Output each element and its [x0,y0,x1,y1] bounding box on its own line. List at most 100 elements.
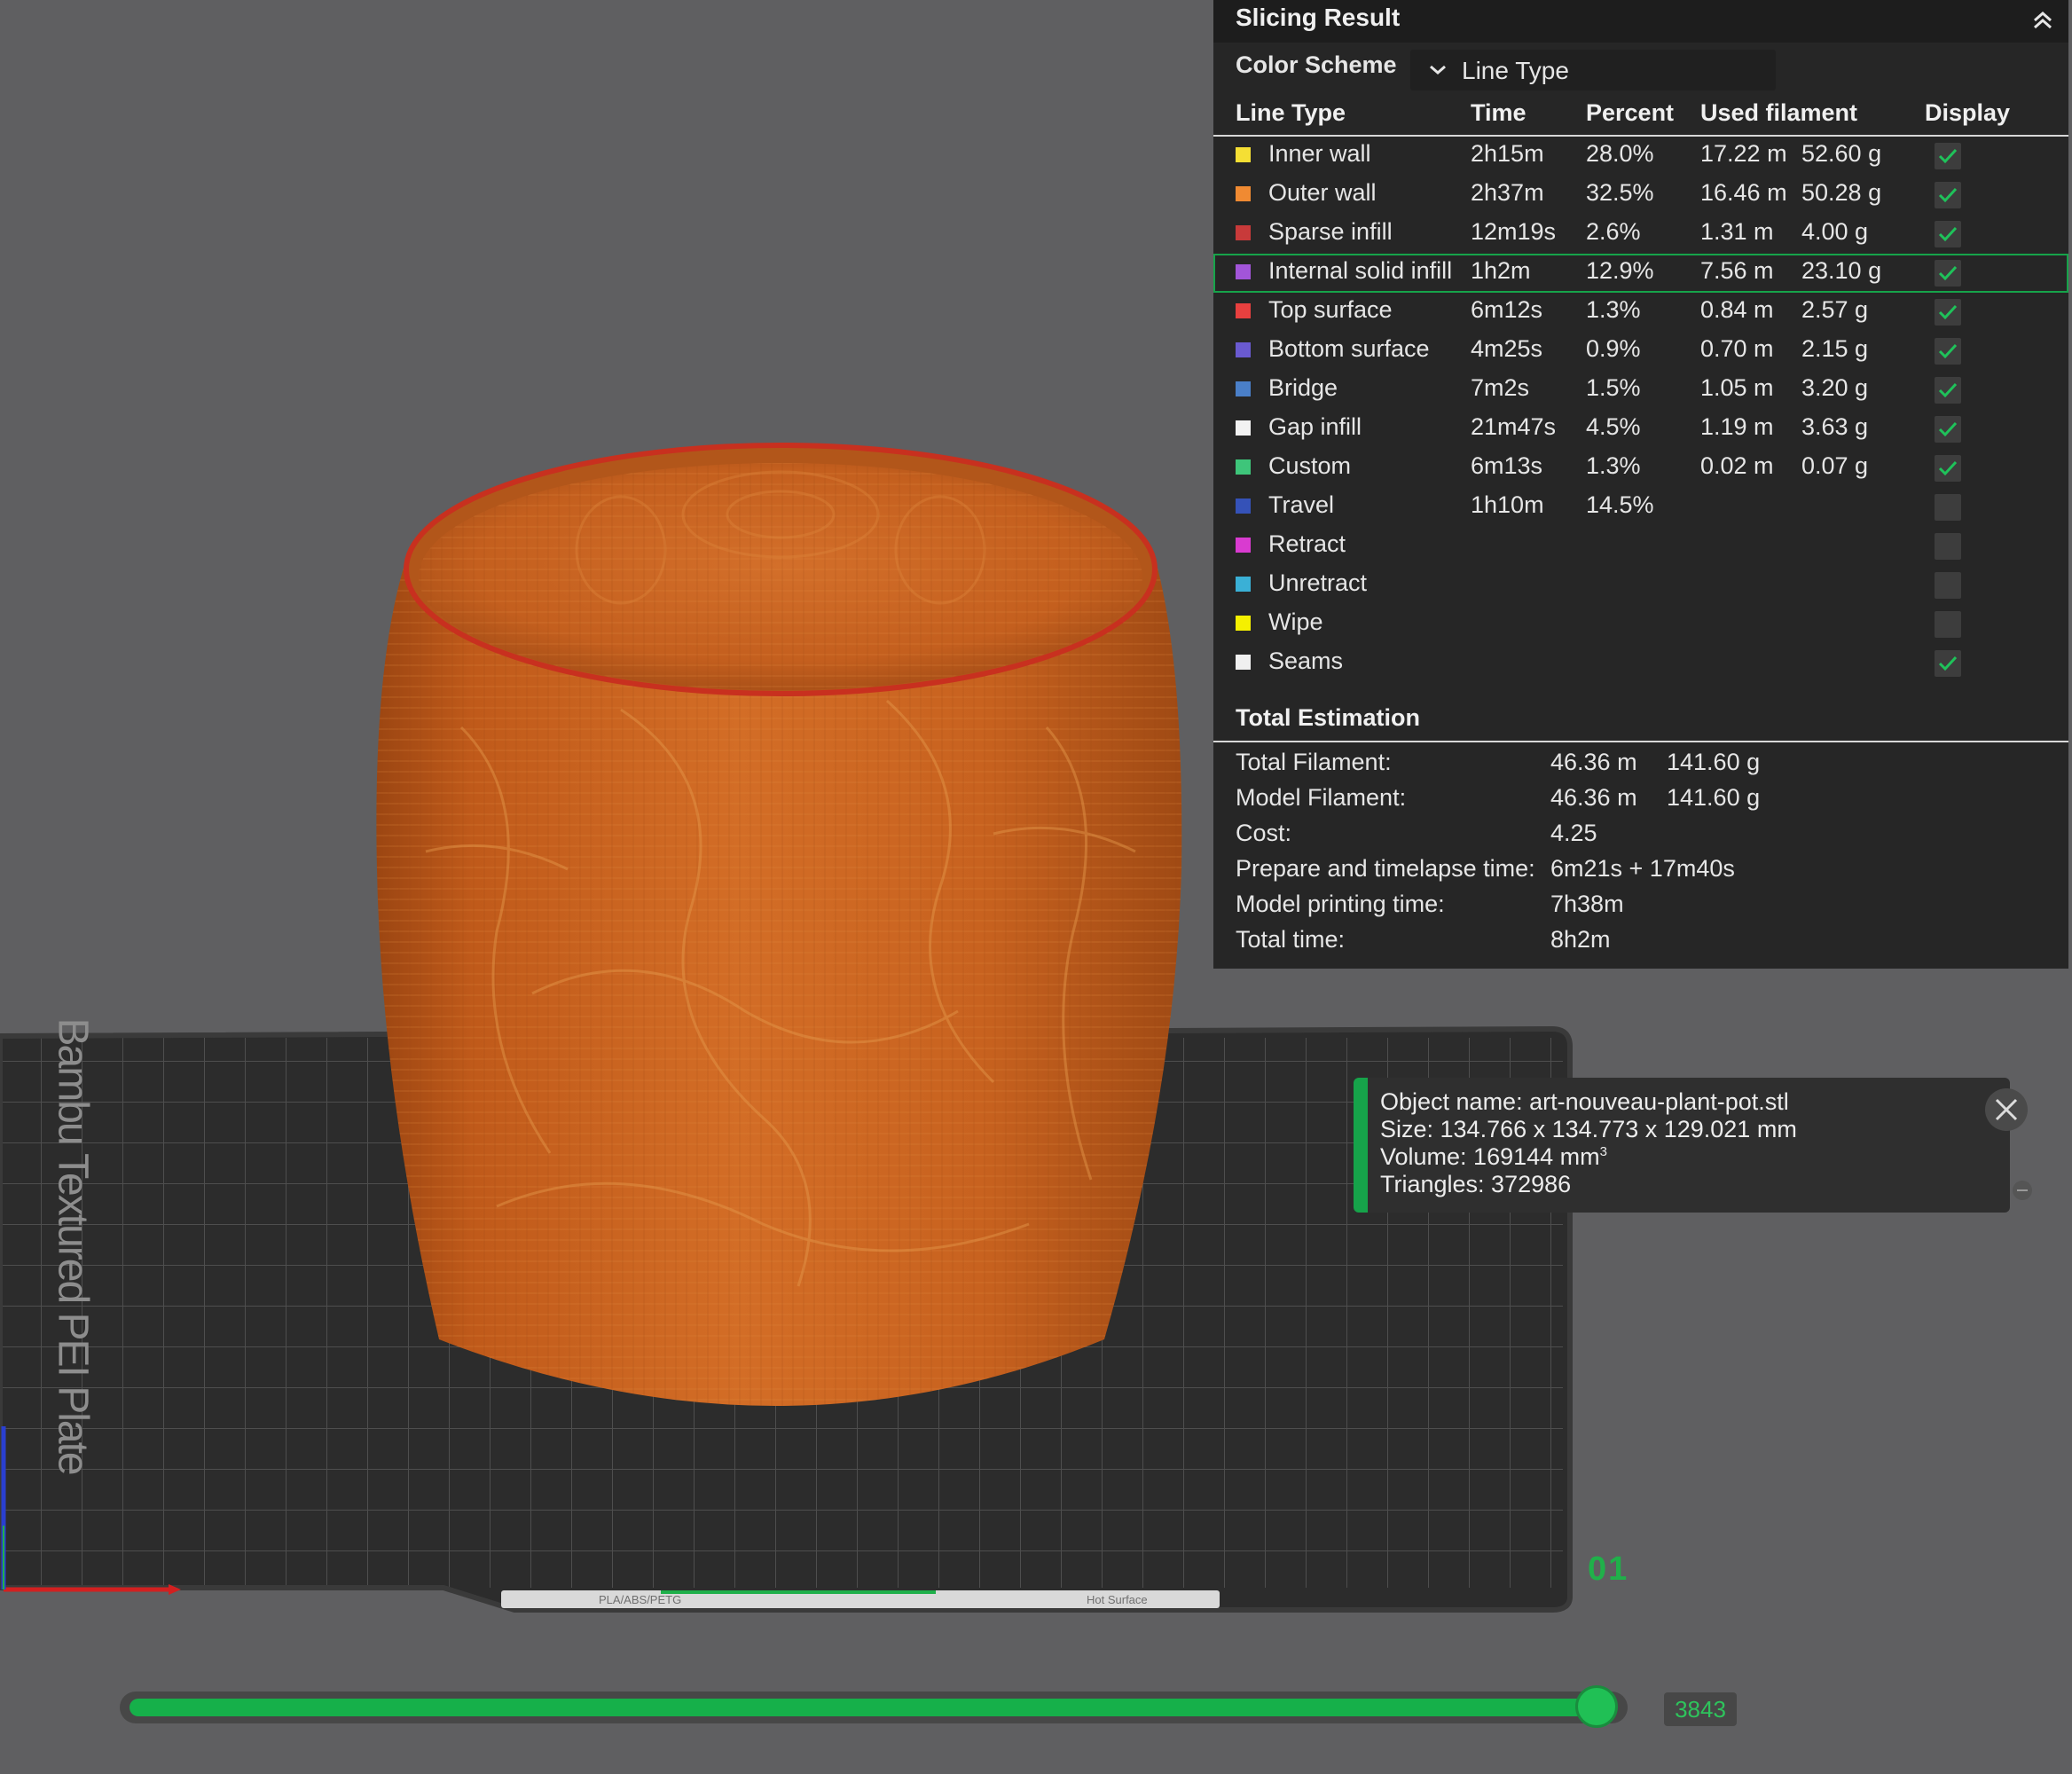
object-size: Size: 134.766 x 134.773 x 129.021 mm [1380,1116,1797,1142]
line-type-name: Inner wall [1268,140,1371,167]
line-type-weight: 0.07 g [1801,452,1869,479]
line-type-weight: 2.15 g [1801,335,1869,362]
total-estimation-divider [1213,741,2068,742]
estimation-value: 46.36 m [1550,749,1637,775]
display-checkbox[interactable] [1935,611,1961,638]
checkmark-icon [1938,265,1958,281]
layer-slider-value[interactable]: 3843 [1664,1692,1737,1726]
display-checkbox[interactable] [1935,338,1961,365]
line-type-row[interactable]: Internal solid infill 1h2m 12.9% 7.56 m 23.1… [1213,254,2068,293]
col-time: Time [1471,99,1527,126]
estimation-value: 6m21s + 17m40s [1550,855,1735,882]
display-checkbox[interactable] [1935,533,1961,560]
minimize-icon[interactable] [2013,1181,2032,1200]
estimation-value: 46.36 m [1550,784,1637,811]
color-scheme-value: Line Type [1462,57,1569,84]
line-type-weight: 4.00 g [1801,218,1869,245]
color-swatch [1236,303,1251,318]
display-checkbox[interactable] [1935,572,1961,599]
color-swatch [1236,186,1251,201]
color-swatch [1236,225,1251,240]
object-info-accent-bar [1354,1078,1368,1213]
line-type-percent: 12.9% [1586,257,1654,284]
line-type-row[interactable]: Seams [1213,644,2068,683]
plate-strip-warning: Hot Surface [1087,1593,1148,1606]
estimation-label: Model Filament: [1236,784,1407,811]
plate-name-label: Bambu Textured PEI Plate [49,1017,97,1474]
chevron-down-icon [1430,65,1446,75]
line-type-name: Seams [1268,648,1344,674]
estimation-value: 4.25 [1550,820,1597,846]
line-type-row[interactable]: Inner wall 2h15m 28.0% 17.22 m 52.60 g [1213,137,2068,176]
display-checkbox[interactable] [1935,377,1961,404]
line-type-table-header: Line Type Time Percent Used filament Dis… [1213,96,2068,137]
object-triangles: Triangles: 372986 [1380,1171,1572,1197]
estimation-value: 8h2m [1550,926,1611,953]
close-icon[interactable] [1985,1088,2028,1131]
total-estimation-row: Cost: 4.25 [1213,818,2068,853]
line-type-time: 4m25s [1471,335,1543,362]
line-type-row[interactable]: Retract [1213,527,2068,566]
line-type-percent: 2.6% [1586,218,1641,245]
line-type-row[interactable]: Custom 6m13s 1.3% 0.02 m 0.07 g [1213,449,2068,488]
estimation-value: 7h38m [1550,891,1624,917]
object-info-tooltip: Object name: art-nouveau-plant-pot.stl S… [1354,1078,2032,1213]
display-checkbox[interactable] [1935,650,1961,677]
color-scheme-dropdown[interactable]: Line Type [1410,50,1776,90]
color-scheme-label: Color Scheme [1236,51,1397,78]
panel-header: Slicing Result [1213,0,2068,43]
line-type-percent: 0.9% [1586,335,1641,362]
line-type-name: Outer wall [1268,179,1377,206]
display-checkbox[interactable] [1935,494,1961,521]
plate-number[interactable]: 01 [1588,1550,1629,1589]
color-swatch [1236,577,1251,592]
checkmark-icon [1938,148,1958,164]
line-type-row[interactable]: Outer wall 2h37m 32.5% 16.46 m 50.28 g [1213,176,2068,215]
line-type-weight: 2.57 g [1801,296,1869,323]
line-type-row[interactable]: Unretract [1213,566,2068,605]
display-checkbox[interactable] [1935,260,1961,287]
estimation-label: Model printing time: [1236,891,1445,917]
line-type-length: 16.46 m [1700,179,1787,206]
line-type-time: 1h2m [1471,257,1531,284]
line-type-time: 2h15m [1471,140,1544,167]
line-type-row[interactable]: Bottom surface 4m25s 0.9% 0.70 m 2.15 g [1213,332,2068,371]
line-type-row[interactable]: Top surface 6m12s 1.3% 0.84 m 2.57 g [1213,293,2068,332]
line-type-name: Gap infill [1268,413,1362,440]
color-swatch [1236,342,1251,357]
estimation-label: Total time: [1236,926,1346,953]
plant-pot-model[interactable] [376,443,1182,1406]
line-type-row[interactable]: Travel 1h10m 14.5% [1213,488,2068,527]
slicing-result-panel: Slicing Result Color Scheme Line Type Li… [1213,0,2068,969]
display-checkbox[interactable] [1935,182,1961,208]
line-type-time: 7m2s [1471,374,1530,401]
layer-slider-handle[interactable] [1575,1685,1618,1728]
col-line-type: Line Type [1236,99,1346,126]
color-swatch [1236,655,1251,670]
line-type-length: 0.84 m [1700,296,1774,323]
line-type-weight: 23.10 g [1801,257,1882,284]
display-checkbox[interactable] [1935,455,1961,482]
line-type-row[interactable]: Bridge 7m2s 1.5% 1.05 m 3.20 g [1213,371,2068,410]
layer-slider[interactable] [120,1685,1628,1728]
line-type-percent: 1.5% [1586,374,1641,401]
color-swatch [1236,264,1251,279]
line-type-row[interactable]: Gap infill 21m47s 4.5% 1.19 m 3.63 g [1213,410,2068,449]
line-type-length: 17.22 m [1700,140,1787,167]
display-checkbox[interactable] [1935,299,1961,326]
checkmark-icon [1938,655,1958,671]
layer-slider-fill [130,1699,1597,1716]
total-estimation-row: Model Filament: 46.36 m 141.60 g [1213,782,2068,818]
checkmark-icon [1938,421,1958,437]
total-estimation-row: Model printing time: 7h38m [1213,889,2068,924]
display-checkbox[interactable] [1935,416,1961,443]
display-checkbox[interactable] [1935,221,1961,247]
line-type-row[interactable]: Sparse infill 12m19s 2.6% 1.31 m 4.00 g [1213,215,2068,254]
total-estimation-row: Total Filament: 46.36 m 141.60 g [1213,747,2068,782]
chevron-up-double-icon[interactable] [2028,5,2058,35]
line-type-row[interactable]: Wipe [1213,605,2068,644]
line-type-percent: 14.5% [1586,491,1654,518]
line-type-length: 1.05 m [1700,374,1774,401]
display-checkbox[interactable] [1935,143,1961,169]
line-type-time: 12m19s [1471,218,1557,245]
